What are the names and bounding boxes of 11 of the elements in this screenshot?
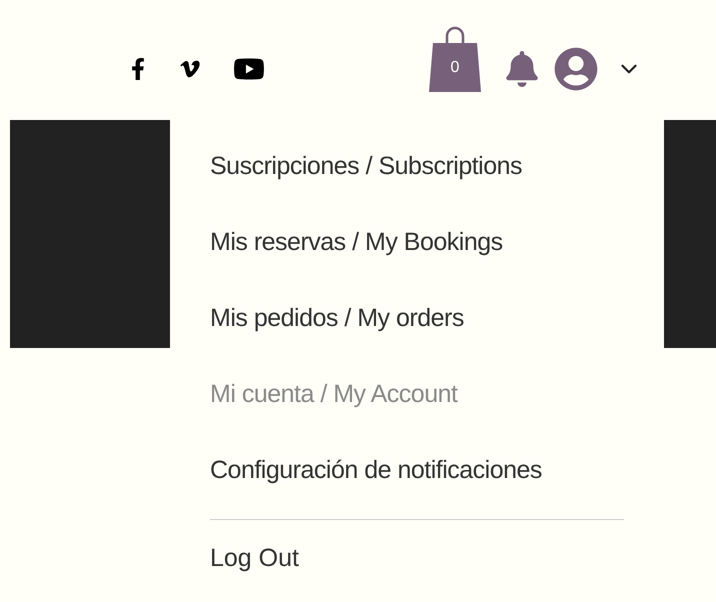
menu-item[interactable]: Mis reservas / My Bookings xyxy=(210,205,503,281)
avatar-icon[interactable] xyxy=(554,47,598,91)
bag-icon xyxy=(428,26,482,92)
vimeo-icon[interactable] xyxy=(178,58,202,80)
menu-item[interactable]: Suscripciones / Subscriptions xyxy=(210,129,522,205)
cart-button[interactable]: 0 xyxy=(428,26,482,92)
menu-item[interactable]: Mis pedidos / My orders xyxy=(210,281,464,357)
cart-count: 0 xyxy=(450,58,460,78)
logout-link[interactable]: Log Out xyxy=(210,534,299,584)
bell-icon[interactable] xyxy=(506,51,538,87)
menu-item[interactable]: Configuración de notificaciones xyxy=(210,433,542,509)
